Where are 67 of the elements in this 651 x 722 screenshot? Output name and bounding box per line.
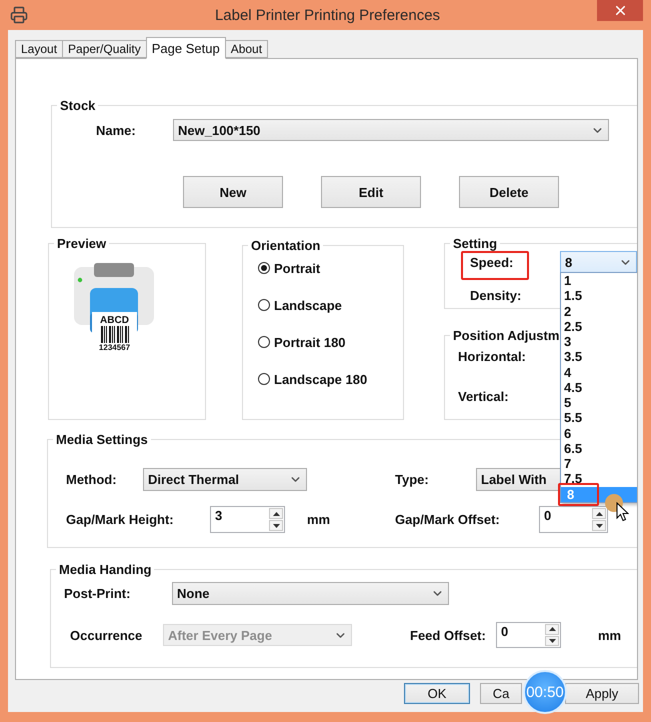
- dialog-button[interactable]: Ca: [480, 683, 522, 704]
- dropdown-option[interactable]: 1: [564, 273, 572, 288]
- dropdown-option[interactable]: 3.5: [564, 349, 582, 364]
- dropdown-option[interactable]: 2.5: [564, 318, 582, 334]
- field-label: Density:: [470, 288, 522, 303]
- tab[interactable]: Paper/Quality: [62, 40, 147, 58]
- group-title: Position Adjustm: [452, 328, 560, 343]
- dialog-button[interactable]: Apply: [565, 683, 639, 704]
- group-title: Stock: [59, 98, 96, 113]
- radio-button[interactable]: [258, 373, 270, 385]
- field-label: Gap/Mark Height:: [66, 512, 175, 527]
- dropdown-option[interactable]: 1.5: [564, 288, 582, 304]
- stock-button[interactable]: New: [183, 176, 283, 208]
- radio-button[interactable]: [258, 262, 270, 274]
- group-title: Media Settings: [55, 432, 149, 447]
- dropdown-option[interactable]: 4: [564, 364, 572, 380]
- timer-badge: 00:50: [523, 670, 567, 714]
- field-label: Speed:: [470, 254, 514, 270]
- unit-label: mm: [598, 628, 622, 642]
- number-field[interactable]: 0: [539, 506, 608, 533]
- post-print-select[interactable]: None: [172, 582, 449, 605]
- field-label: Vertical:: [458, 389, 509, 404]
- tab[interactable]: Layout: [15, 40, 64, 58]
- dropdown-option[interactable]: 5: [564, 395, 572, 410]
- stock-button[interactable]: Delete: [459, 176, 559, 208]
- radio-label: Landscape: [274, 298, 342, 312]
- field-label: Occurrence: [70, 628, 144, 642]
- printer-icon: [10, 6, 28, 24]
- field-label: Name:: [96, 122, 137, 138]
- dropdown-option[interactable]: 6: [564, 426, 572, 440]
- dropdown-option[interactable]: 7: [564, 456, 572, 471]
- speed-select[interactable]: 8: [560, 251, 637, 273]
- dropdown-option[interactable]: 2: [564, 304, 572, 318]
- field-label: Type:: [395, 472, 430, 487]
- close-button[interactable]: [597, 0, 643, 21]
- field-label: Post-Print:: [64, 586, 132, 601]
- group-title: Orientation: [250, 238, 322, 253]
- window-title: Label Printer Printing Preferences: [214, 6, 442, 24]
- field-label: Feed Offset:: [410, 628, 487, 642]
- dropdown-option[interactable]: 6.5: [564, 440, 582, 456]
- stock-button[interactable]: Edit: [321, 176, 421, 208]
- number-field[interactable]: 0: [496, 622, 561, 648]
- radio-button[interactable]: [258, 336, 270, 348]
- tab[interactable]: Page Setup: [146, 37, 226, 59]
- name-select[interactable]: New_100*150: [173, 119, 609, 141]
- cursor-icon: [616, 502, 629, 522]
- radio-button[interactable]: [258, 299, 270, 311]
- dropdown-option[interactable]: 4.5: [564, 380, 582, 395]
- field-label: Gap/Mark Offset:: [395, 512, 501, 527]
- group-title: Media Handing: [58, 562, 152, 577]
- dropdown-option[interactable]: 3: [564, 334, 572, 349]
- radio-label: Portrait: [274, 260, 320, 276]
- tab[interactable]: About: [224, 40, 268, 58]
- unit-label: mm: [307, 512, 332, 527]
- field-label: Horizontal:: [458, 349, 526, 364]
- dropdown-option[interactable]: 5.5: [564, 410, 582, 426]
- number-field[interactable]: 3: [210, 506, 285, 533]
- barcode-number: 1234567: [98, 343, 130, 353]
- field-label: Method:: [66, 472, 118, 487]
- radio-label: Portrait 180: [274, 334, 346, 350]
- dialog-button[interactable]: OK: [404, 683, 470, 704]
- label-text: ABCD: [100, 315, 129, 326]
- radio-label: Landscape 180: [274, 372, 368, 386]
- group-title: Preview: [56, 236, 108, 251]
- barcode-icon: [100, 326, 130, 343]
- method-select[interactable]: Direct Thermal: [143, 468, 307, 491]
- group-title: Setting: [452, 236, 498, 251]
